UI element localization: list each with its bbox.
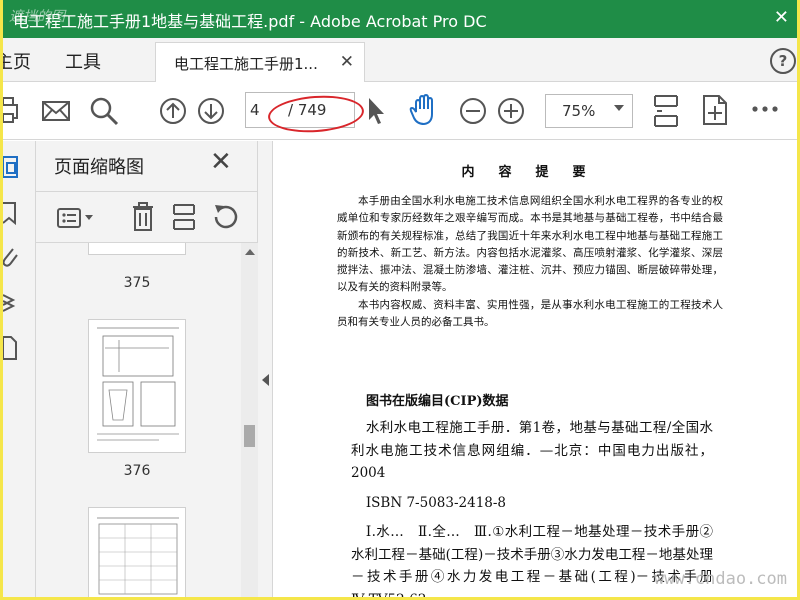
- page-thumbnail-376[interactable]: [88, 319, 186, 453]
- previous-page-icon[interactable]: [158, 96, 188, 126]
- toolbar: / 749 75%: [3, 82, 797, 140]
- content-summary-heading: 内容提要: [461, 165, 610, 180]
- title-bar: 电工程工施工手册1地基与基础工程.pdf - Adobe Acrobat Pro…: [3, 0, 797, 38]
- document-tab[interactable]: 电工程工施工手册1... ✕: [155, 42, 365, 83]
- page-thumbnails-panel: 页面缩略图 ✕ 375 376: [36, 141, 258, 597]
- document-page: 内容提要 本手册由全国水利水电施工技术信息网组织全国水利水电工程界的各专业的权威…: [274, 141, 797, 597]
- window-close-icon[interactable]: ✕: [774, 7, 789, 28]
- page-thumbnail-377[interactable]: [88, 507, 186, 597]
- search-icon[interactable]: [89, 96, 119, 126]
- acrobat-window: 电工程工施工手册1地基与基础工程.pdf - Adobe Acrobat Pro…: [3, 0, 797, 597]
- attachment-icon[interactable]: [3, 245, 21, 271]
- zoom-value: 75%: [562, 102, 596, 120]
- page-number-376: 376: [123, 463, 151, 479]
- scrollbar-thumb[interactable]: [244, 425, 255, 447]
- page-transform-icon[interactable]: [701, 94, 729, 126]
- thumbnail-table: [97, 517, 179, 595]
- document-icon[interactable]: [3, 335, 21, 361]
- left-tool-rail: [3, 141, 36, 597]
- cip-isbn: ISBN 7-5083-2418-8: [365, 494, 507, 511]
- scroll-up-icon[interactable]: [245, 249, 255, 255]
- thumbnail-toolbar: [36, 191, 258, 243]
- tab-close-icon[interactable]: ✕: [340, 52, 354, 72]
- title-watermark: 遮挡的图: [9, 9, 65, 25]
- page-number-375: 375: [123, 275, 151, 291]
- panel-title: 页面缩略图: [54, 157, 144, 178]
- window-title: 电工程工施工手册1地基与基础工程.pdf - Adobe Acrobat Pro…: [13, 12, 487, 31]
- summary-paragraph-2: 本书内容权威、资料丰富、实用性强，是从事水利水电工程施工的工程技术人员和有关专业…: [337, 298, 723, 329]
- next-page-icon[interactable]: [196, 96, 226, 126]
- trash-icon[interactable]: [131, 202, 155, 232]
- help-button[interactable]: ?: [770, 48, 796, 74]
- select-cursor-icon[interactable]: [365, 96, 387, 126]
- more-options-icon[interactable]: [751, 104, 779, 114]
- extract-page-icon[interactable]: [172, 202, 196, 232]
- thumbnail-diagram: [97, 327, 179, 441]
- hand-tool-icon[interactable]: [408, 94, 440, 126]
- menu-tools[interactable]: 工具: [65, 48, 101, 74]
- zoom-in-icon[interactable]: [496, 96, 526, 126]
- thumbnail-scrollbar[interactable]: [241, 243, 258, 597]
- options-menu-icon[interactable]: [56, 206, 96, 230]
- print-icon[interactable]: [3, 96, 21, 126]
- chevron-down-icon: [614, 105, 624, 111]
- document-tab-label: 电工程工施工手册1...: [174, 55, 318, 73]
- panel-close-icon[interactable]: ✕: [210, 147, 232, 177]
- panel-collapse-strip[interactable]: [258, 141, 273, 597]
- zoom-out-icon[interactable]: [458, 96, 488, 126]
- summary-paragraph-1: 本手册由全国水利水电施工技术信息网组织全国水利水电工程界的各专业的权威单位和专家…: [337, 195, 723, 294]
- thumbnail-list: 375 376: [36, 243, 241, 597]
- bookmark-icon[interactable]: [3, 201, 21, 227]
- fit-page-icon[interactable]: [651, 94, 681, 128]
- menu-row: 主页 工具 电工程工施工手册1... ✕ ?: [3, 38, 797, 83]
- collapse-arrow-icon[interactable]: [262, 374, 269, 386]
- site-watermark: www.cndao.com: [653, 569, 787, 589]
- content-summary: 本手册由全国水利水电施工技术信息网组织全国水利水电工程界的各专业的权威单位和专家…: [337, 193, 723, 331]
- menu-home[interactable]: 主页: [3, 48, 31, 74]
- page-thumbnail-375[interactable]: [88, 243, 186, 255]
- cip-main: 水利水电工程施工手册．第1卷，地基与基础工程/全国水利水电施工技术信息网组编．—…: [351, 420, 713, 481]
- zoom-dropdown[interactable]: 75%: [545, 94, 633, 128]
- cip-title: 图书在版编目(CIP)数据: [366, 394, 509, 409]
- layers-icon[interactable]: [3, 289, 21, 315]
- thumbnails-icon[interactable]: [3, 155, 21, 181]
- email-icon[interactable]: [41, 96, 71, 126]
- rotate-icon[interactable]: [212, 203, 240, 231]
